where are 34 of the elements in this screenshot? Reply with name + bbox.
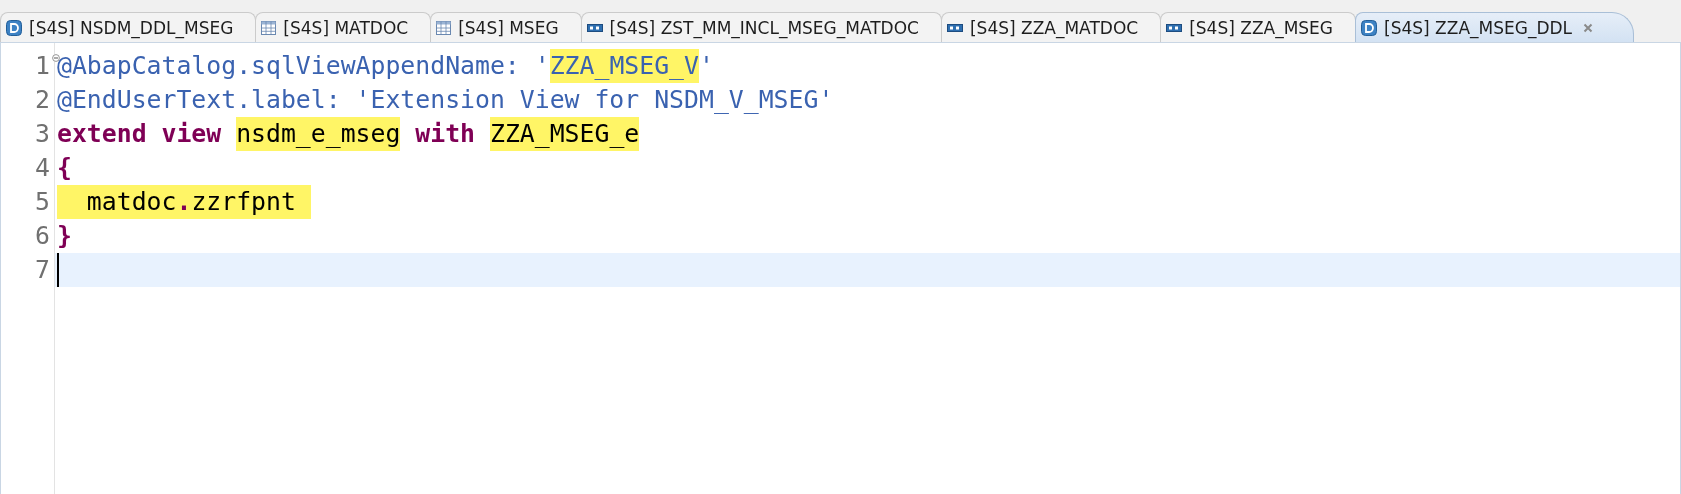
highlighted-code-token: ZZA_MSEG_V [549, 49, 699, 83]
code-token: } [57, 220, 72, 252]
line-number: 4 [35, 152, 50, 184]
line-number: 5 [35, 186, 50, 218]
line-number: 3 [35, 118, 50, 150]
code-token: @AbapCatalog.sqlViewAppendName: ' [57, 50, 550, 82]
highlighted-code-token: matdoc [57, 185, 177, 219]
ddl-file-icon [6, 19, 22, 36]
editor-tab[interactable]: [S4S] ZZA_MSEG [1160, 12, 1357, 42]
editor-tab[interactable]: [S4S] ZZA_MSEG_DDL [1355, 12, 1635, 42]
ddl-file-icon [1361, 19, 1378, 36]
code-token: ' [698, 50, 714, 82]
editor-tab[interactable]: [S4S] ZZA_MATDOC [940, 12, 1162, 42]
table-icon [436, 20, 452, 35]
highlighted-code-token: ZZA_MSEG_e [489, 117, 640, 151]
table-icon [261, 20, 277, 35]
code-token: with [414, 118, 477, 150]
structure-icon [946, 23, 963, 32]
line-number: 6 [35, 220, 50, 252]
editor-tab[interactable]: [S4S] NSDM_DDL_MSEG [0, 12, 257, 42]
text-cursor [57, 253, 59, 287]
line-number: 7 [35, 254, 50, 286]
structure-icon [586, 23, 603, 32]
code-token: @EndUserText.label: 'Extension View for NSDM_V_MSEG' [57, 84, 834, 116]
highlighted-code-token: zzrfpnt [191, 185, 311, 219]
code-token: { [57, 152, 72, 184]
highlighted-code-token: nsdm_e_mseg [236, 117, 401, 151]
close-icon[interactable] [1583, 22, 1594, 33]
line-number: 2 [35, 84, 50, 116]
highlighted-code-token: . [176, 185, 192, 219]
code-token: extend view [57, 118, 223, 150]
structure-icon [1166, 23, 1183, 32]
editor-tab[interactable]: [S4S] ZST_MM_INCL_MSEG_MATDOC [580, 12, 942, 42]
line-number: 1 [35, 50, 50, 82]
